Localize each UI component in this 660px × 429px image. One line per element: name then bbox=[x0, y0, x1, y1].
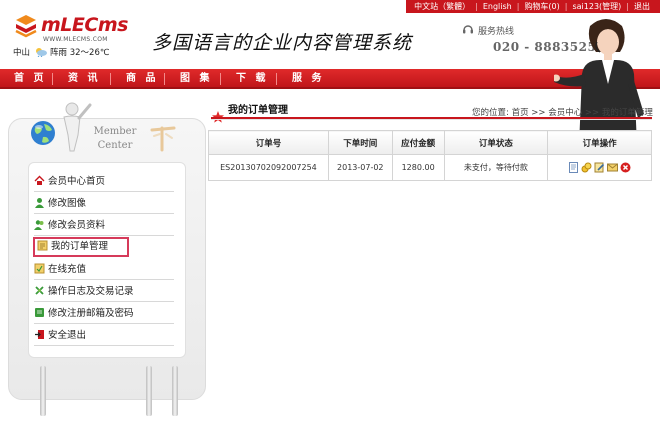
table-header-row: 订单号 下单时间 应付金额 订单状态 订单操作 bbox=[208, 130, 652, 155]
order-number-cell: ES20130702092007254 bbox=[208, 154, 329, 181]
member-figure-icon bbox=[63, 102, 92, 152]
top-bar: 中文站（繁體） | English | 购物车(0) | sai123(管理) | 退出 bbox=[0, 0, 660, 13]
sidebar-post bbox=[40, 366, 46, 416]
column-header-actions: 订单操作 bbox=[547, 130, 652, 155]
sidebar-item-my-orders[interactable]: 我的订单管理 bbox=[33, 237, 129, 257]
edit-order-icon[interactable] bbox=[594, 162, 605, 173]
log-icon bbox=[35, 286, 44, 295]
sidebar-item-member-home[interactable]: 会员中心首页 bbox=[34, 172, 174, 192]
sidebar-post bbox=[172, 366, 178, 416]
weather-widget: 中山 阵雨 32～26℃ bbox=[13, 46, 109, 58]
site-slogan: 多国语言的企业内容管理系统 bbox=[152, 32, 413, 54]
nav-separator bbox=[164, 73, 165, 85]
logo-text: mLECms bbox=[41, 14, 128, 36]
nav-downloads[interactable]: 下 载 bbox=[236, 69, 268, 89]
recharge-icon bbox=[34, 263, 45, 274]
nav-separator bbox=[52, 73, 53, 85]
sidebar-item-label: 在线充值 bbox=[48, 264, 87, 275]
nav-home[interactable]: 首 页 bbox=[14, 69, 46, 89]
orders-table: 订单号 下单时间 应付金额 订单状态 订单操作 ES20130702092007… bbox=[208, 130, 652, 181]
column-header-amount: 应付金额 bbox=[391, 130, 445, 155]
logo-mark-icon bbox=[15, 15, 37, 38]
sidebar-item-label: 操作日志及交易记录 bbox=[48, 286, 134, 297]
nav-gallery[interactable]: 图 集 bbox=[180, 69, 212, 89]
member-title-line1: Member bbox=[93, 126, 137, 137]
nav-services[interactable]: 服 务 bbox=[292, 69, 324, 89]
sidebar-item-change-email-password[interactable]: 修改注册邮箱及密码 bbox=[34, 304, 174, 324]
rain-cloud-icon bbox=[36, 48, 48, 57]
sidebar-item-recharge[interactable]: 在线充值 bbox=[34, 260, 174, 280]
sidebar-post bbox=[146, 366, 152, 416]
column-header-date: 下单时间 bbox=[327, 130, 393, 155]
home-icon bbox=[34, 175, 45, 185]
users-icon bbox=[34, 220, 44, 230]
hotline-label: 服务热线 bbox=[478, 27, 515, 37]
link-cart[interactable]: 购物车(0) bbox=[520, 0, 563, 13]
sidebar-item-logout[interactable]: 安全退出 bbox=[34, 326, 174, 346]
view-order-icon[interactable] bbox=[568, 162, 579, 173]
sidebar-item-label: 安全退出 bbox=[48, 330, 87, 341]
link-english[interactable]: English bbox=[479, 0, 516, 13]
ship-order-icon[interactable] bbox=[607, 162, 619, 173]
sidebar-item-label: 修改注册邮箱及密码 bbox=[48, 308, 134, 319]
title-divider-shadow bbox=[211, 119, 652, 120]
decoration-icon bbox=[150, 126, 176, 152]
sidebar-item-label: 修改图像 bbox=[48, 198, 87, 209]
headset-icon bbox=[463, 25, 473, 34]
nav-news[interactable]: 资 讯 bbox=[68, 69, 100, 89]
weather-city: 中山 bbox=[13, 48, 31, 58]
top-links: 中文站（繁體） | English | 购物车(0) | sai123(管理) | 退出 bbox=[406, 0, 660, 13]
site-logo[interactable]: mLECms WWW.MLECMS.COM bbox=[13, 14, 133, 44]
link-user-admin[interactable]: sai123(管理) bbox=[568, 0, 625, 13]
delete-order-icon[interactable] bbox=[620, 162, 631, 173]
sidebar-item-label: 会员中心首页 bbox=[48, 176, 106, 187]
sidebar-item-logs[interactable]: 操作日志及交易记录 bbox=[34, 282, 174, 302]
order-icon bbox=[37, 240, 48, 251]
sidebar-item-label: 我的订单管理 bbox=[51, 241, 109, 252]
nav-separator bbox=[110, 73, 111, 85]
nav-separator bbox=[220, 73, 221, 85]
logout-icon bbox=[35, 330, 44, 339]
order-status-cell: 未支付，等待付款 bbox=[443, 154, 549, 181]
sidebar-item-edit-profile[interactable]: 修改会员资料 bbox=[34, 216, 174, 236]
table-row: ES20130702092007254 2013-07-02 1280.00 未… bbox=[208, 154, 652, 181]
order-date-cell: 2013-07-02 bbox=[327, 154, 393, 181]
sidebar-item-label: 修改会员资料 bbox=[48, 220, 106, 231]
link-logout[interactable]: 退出 bbox=[630, 0, 654, 13]
weather-temperature: 32～26℃ bbox=[69, 48, 110, 58]
column-header-order-no: 订单号 bbox=[208, 130, 329, 155]
page-title: 我的订单管理 bbox=[228, 105, 288, 116]
user-icon bbox=[35, 198, 44, 208]
order-amount-cell: 1280.00 bbox=[391, 154, 445, 181]
pay-order-icon[interactable] bbox=[581, 162, 592, 173]
globe-icon bbox=[31, 121, 55, 145]
link-chinese-traditional[interactable]: 中文站（繁體） bbox=[410, 0, 474, 13]
column-header-status: 订单状态 bbox=[443, 130, 549, 155]
email-icon bbox=[35, 308, 44, 317]
member-title-line2: Center bbox=[97, 140, 133, 151]
logo-url: WWW.MLECMS.COM bbox=[43, 36, 108, 43]
nav-products[interactable]: 商 品 bbox=[126, 69, 158, 89]
member-center-title: Member Center bbox=[92, 125, 138, 153]
sidebar-item-edit-avatar[interactable]: 修改图像 bbox=[34, 194, 174, 214]
weather-condition: 阵雨 bbox=[50, 48, 68, 58]
nav-separator bbox=[276, 73, 277, 85]
order-actions-cell bbox=[547, 154, 652, 181]
